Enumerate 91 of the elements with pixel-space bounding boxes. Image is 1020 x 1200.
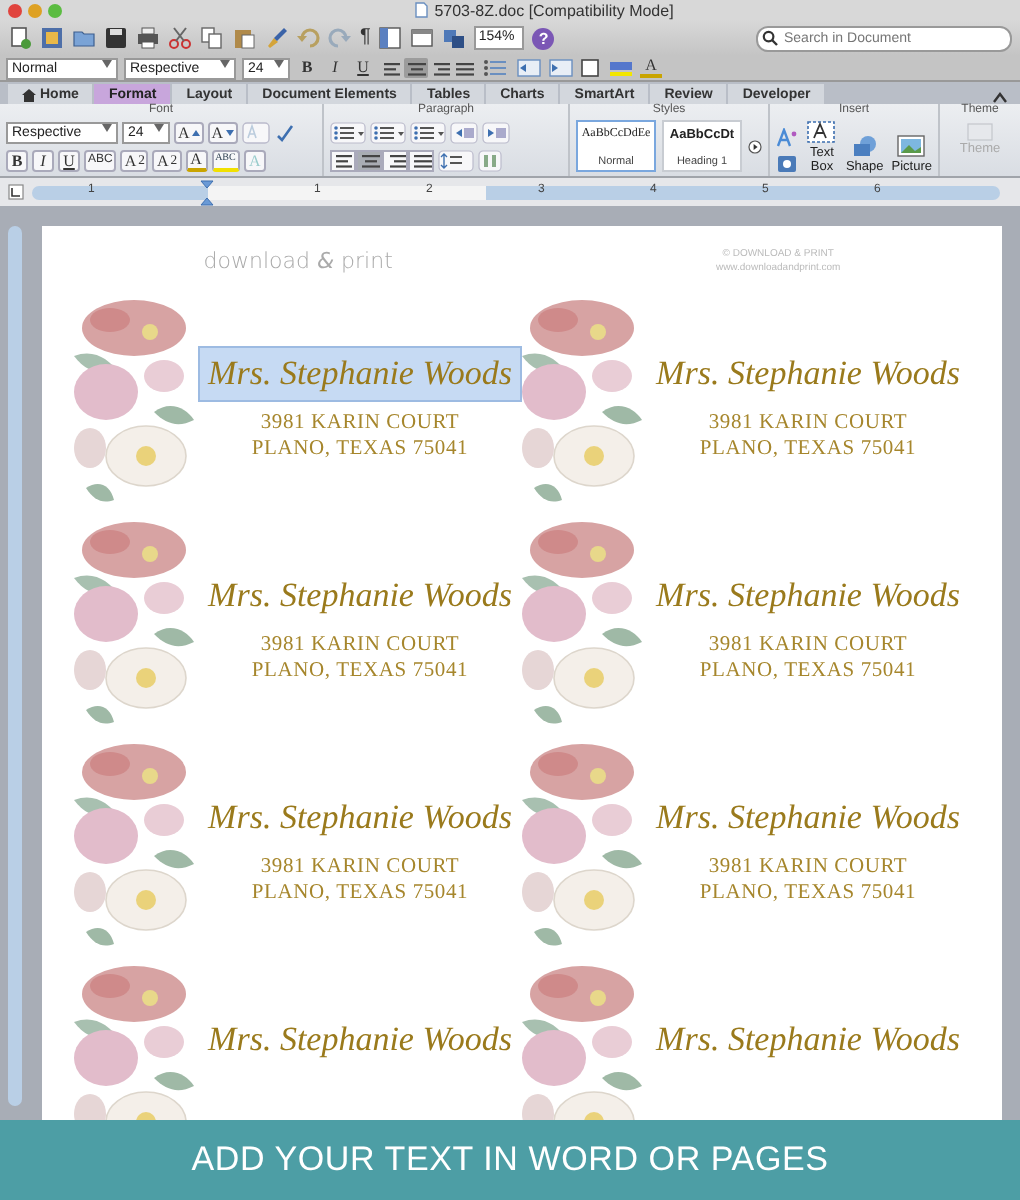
align-button[interactable] [356, 149, 382, 171]
shape-icon [849, 134, 880, 158]
multilevel-list-icon[interactable] [410, 121, 446, 143]
grow-font-button[interactable]: A [174, 121, 204, 143]
decrease-indent-icon[interactable] [450, 121, 478, 143]
window-icon[interactable] [410, 26, 435, 50]
align-icon [406, 59, 426, 77]
align-icon [430, 59, 450, 77]
new-document-icon[interactable] [8, 26, 32, 50]
recipient-name: Mrs. Stephanie Woods [653, 351, 962, 396]
address-line: 3981 KARIN COURT [260, 853, 460, 880]
tab-selector-icon[interactable] [8, 184, 24, 200]
printer-icon[interactable] [136, 26, 160, 50]
address-line: PLANO, TEXAS 75041 [699, 879, 917, 906]
recipient-name: Mrs. Stephanie Woods [653, 1017, 962, 1062]
bullet-list-icon[interactable] [330, 121, 366, 143]
align-button[interactable] [330, 149, 356, 171]
address-line: 3981 KARIN COURT [260, 631, 460, 658]
align-icon [333, 151, 353, 169]
align-icon [411, 151, 431, 169]
save-icon[interactable] [104, 26, 128, 50]
highlight-icon[interactable] [608, 58, 634, 78]
document-icon [414, 2, 429, 18]
collapse-icon[interactable] [992, 92, 1008, 104]
picture-icon [896, 134, 927, 158]
next-arrow-icon[interactable] [748, 139, 762, 153]
theme-icon [966, 122, 994, 142]
address-line: PLANO, TEXAS 75041 [699, 657, 917, 684]
recipient-name: Mrs. Stephanie Woods [205, 1017, 514, 1062]
pilcrow-button[interactable]: ¶ [360, 28, 371, 48]
recipient-name: Mrs. Stephanie Woods [205, 795, 514, 840]
shrink-font-button[interactable]: A [207, 121, 238, 143]
underline-button[interactable]: U [58, 149, 80, 171]
align-button[interactable] [408, 149, 434, 171]
close-button[interactable] [8, 3, 22, 17]
up-triangle-icon [191, 129, 200, 135]
recipient-name: Mrs. Stephanie Woods [653, 573, 962, 618]
indent-marker-icon[interactable] [200, 179, 214, 205]
address-line: 3981 KARIN COURT [260, 409, 460, 436]
align-button[interactable] [380, 58, 404, 78]
underline-button[interactable]: U [352, 58, 374, 78]
font-color-button[interactable]: A [640, 58, 662, 78]
caret-icon [154, 123, 164, 131]
text-box-icon [806, 120, 837, 144]
bullet-list-icon[interactable] [482, 58, 510, 78]
address-line: PLANO, TEXAS 75041 [251, 435, 469, 462]
down-triangle-icon [225, 129, 234, 135]
paste-styles-icon[interactable] [776, 154, 798, 174]
align-icon [454, 59, 474, 77]
align-button[interactable] [428, 58, 452, 78]
text-styles-icon[interactable] [776, 128, 798, 148]
help-button[interactable]: ? [532, 27, 555, 49]
italic-button[interactable]: I [32, 149, 54, 171]
address-line: 3981 KARIN COURT [708, 853, 908, 880]
window-title: 5703-8Z.doc [Compatibility Mode] [434, 1, 674, 19]
scissors-icon[interactable] [168, 26, 192, 50]
home-icon [22, 87, 36, 101]
sidebar-icon[interactable] [378, 26, 403, 50]
recipient-name: Mrs. Stephanie Woods [198, 345, 522, 402]
bold-button[interactable]: B [296, 58, 318, 78]
address-line: 3981 KARIN COURT [708, 409, 908, 436]
banner-text: ADD YOUR TEXT IN WORD OR PAGES [191, 1140, 829, 1180]
address-line: PLANO, TEXAS 75041 [699, 435, 917, 462]
align-button[interactable] [404, 58, 428, 78]
recipient-name: Mrs. Stephanie Woods [653, 795, 962, 840]
copy-icon[interactable] [200, 26, 224, 50]
align-button[interactable] [382, 149, 408, 171]
columns-icon[interactable] [478, 149, 502, 171]
bold-button[interactable]: B [6, 149, 28, 171]
clipboard-icon[interactable] [232, 26, 256, 50]
line-spacing-icon[interactable] [438, 149, 474, 171]
address-line: PLANO, TEXAS 75041 [251, 879, 469, 906]
spelling-icon[interactable] [273, 121, 298, 143]
logo: download & print [203, 247, 393, 274]
folder-icon[interactable] [72, 26, 96, 50]
align-icon [385, 151, 405, 169]
decrease-indent-icon[interactable] [516, 58, 542, 78]
recipient-name: Mrs. Stephanie Woods [205, 573, 514, 618]
italic-button[interactable]: I [324, 58, 346, 78]
numbered-list-icon[interactable] [370, 121, 406, 143]
address-line: PLANO, TEXAS 75041 [251, 657, 469, 684]
increase-indent-icon[interactable] [548, 58, 574, 78]
caret-icon [102, 123, 112, 131]
align-button[interactable] [452, 58, 476, 78]
address-line: 3981 KARIN COURT [708, 631, 908, 658]
font-color-button[interactable]: A [185, 149, 208, 171]
border-icon[interactable] [580, 58, 602, 78]
increase-indent-icon[interactable] [482, 121, 510, 143]
brush-icon[interactable] [264, 26, 288, 50]
align-icon [359, 151, 379, 169]
align-icon [382, 59, 402, 77]
